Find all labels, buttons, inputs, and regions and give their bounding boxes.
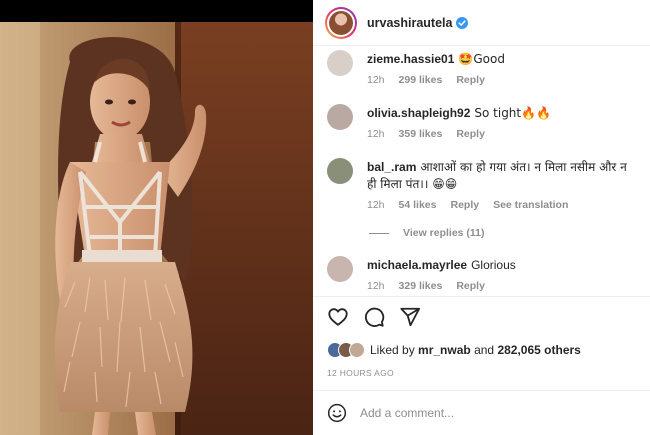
comment-text-row: zieme.hassie01 🤩Good	[367, 51, 637, 68]
comment-likes[interactable]: 54 likes	[399, 199, 437, 211]
post-header: urvashirautela	[313, 0, 650, 46]
author-avatar[interactable]	[325, 6, 357, 39]
likes-prefix: Liked by	[370, 343, 415, 357]
comment-text-row: olivia.shapleigh92 So tight🔥🔥	[367, 105, 637, 122]
action-bar	[327, 306, 421, 328]
commenter-avatar[interactable]	[327, 50, 353, 76]
comment-reply-button[interactable]: Reply	[456, 280, 485, 292]
comment-likes[interactable]: 359 likes	[399, 128, 443, 140]
comments-list[interactable]: zieme.hassie01 🤩Good 12h 299 likes Reply …	[313, 46, 650, 296]
comment-reply-button[interactable]: Reply	[456, 128, 485, 140]
comment-meta: 12h 54 likes Reply See translation	[367, 199, 637, 211]
comment-time: 12h	[367, 74, 385, 86]
comment-username[interactable]: zieme.hassie01	[367, 52, 454, 66]
liker-avatar[interactable]	[349, 342, 365, 358]
post-media[interactable]	[0, 0, 313, 435]
replies-line	[369, 232, 389, 234]
comment-meta: 12h 299 likes Reply	[367, 74, 637, 86]
post-side-panel: urvashirautela zieme.hassie01 🤩Good 12h 2…	[313, 0, 650, 435]
view-replies-label: View replies (11)	[403, 227, 485, 239]
comment-item: michaela.mayrlee Glorious 12h 329 likes R…	[327, 252, 637, 292]
commenter-avatar[interactable]	[327, 104, 353, 130]
comment-text-row: michaela.mayrlee Glorious	[367, 257, 637, 274]
comment-meta: 12h 329 likes Reply	[367, 280, 637, 292]
comment-text: So tight🔥🔥	[474, 106, 551, 120]
emoji-icon[interactable]	[327, 403, 347, 423]
likes-text: Liked by mr_nwab and 282,065 others	[370, 343, 581, 357]
comment-item: olivia.shapleigh92 So tight🔥🔥 12h 359 lik…	[327, 100, 637, 140]
comment-likes[interactable]: 329 likes	[399, 280, 443, 292]
comment-username[interactable]: michaela.mayrlee	[367, 258, 467, 272]
comment-text: 🤩Good	[458, 52, 505, 66]
post-photo-illustration	[0, 22, 313, 435]
heart-icon[interactable]	[327, 306, 349, 328]
divider	[313, 296, 650, 297]
add-comment-input[interactable]: Add a comment...	[360, 406, 454, 420]
comment-username[interactable]: olivia.shapleigh92	[367, 106, 470, 120]
likes-summary: Liked by mr_nwab and 282,065 others	[327, 342, 581, 358]
likes-count[interactable]: 282,065 others	[497, 343, 580, 357]
comment-time: 12h	[367, 280, 385, 292]
comment-time: 12h	[367, 128, 385, 140]
post-timestamp[interactable]: 12 HOURS AGO	[327, 368, 394, 378]
share-icon[interactable]	[399, 306, 421, 328]
divider	[313, 390, 650, 391]
comment-icon[interactable]	[363, 306, 385, 328]
commenter-avatar[interactable]	[327, 158, 353, 184]
post-photo	[0, 22, 313, 435]
liker-username[interactable]: mr_nwab	[418, 343, 471, 357]
commenter-avatar[interactable]	[327, 256, 353, 282]
likes-connector: and	[474, 343, 495, 357]
post-viewer: urvashirautela zieme.hassie01 🤩Good 12h 2…	[0, 0, 650, 435]
comment-time: 12h	[367, 199, 385, 211]
comment-item: zieme.hassie01 🤩Good 12h 299 likes Reply	[327, 46, 637, 86]
verified-badge-icon	[456, 16, 469, 29]
comment-text: Glorious	[471, 258, 516, 272]
add-comment-row: Add a comment...	[327, 403, 454, 423]
view-replies-button[interactable]: View replies (11)	[369, 227, 485, 239]
comment-text-row: bal_.ram आशाओं का हो गया अंत। न मिला नसीम…	[367, 159, 637, 193]
author-username[interactable]: urvashirautela	[367, 16, 452, 30]
comment-username[interactable]: bal_.ram	[367, 160, 416, 174]
comment-reply-button[interactable]: Reply	[456, 74, 485, 86]
comment-item: bal_.ram आशाओं का हो गया अंत। न मिला नसीम…	[327, 154, 637, 211]
comment-meta: 12h 359 likes Reply	[367, 128, 637, 140]
see-translation-button[interactable]: See translation	[493, 199, 568, 211]
comment-likes[interactable]: 299 likes	[399, 74, 443, 86]
comment-reply-button[interactable]: Reply	[450, 199, 479, 211]
